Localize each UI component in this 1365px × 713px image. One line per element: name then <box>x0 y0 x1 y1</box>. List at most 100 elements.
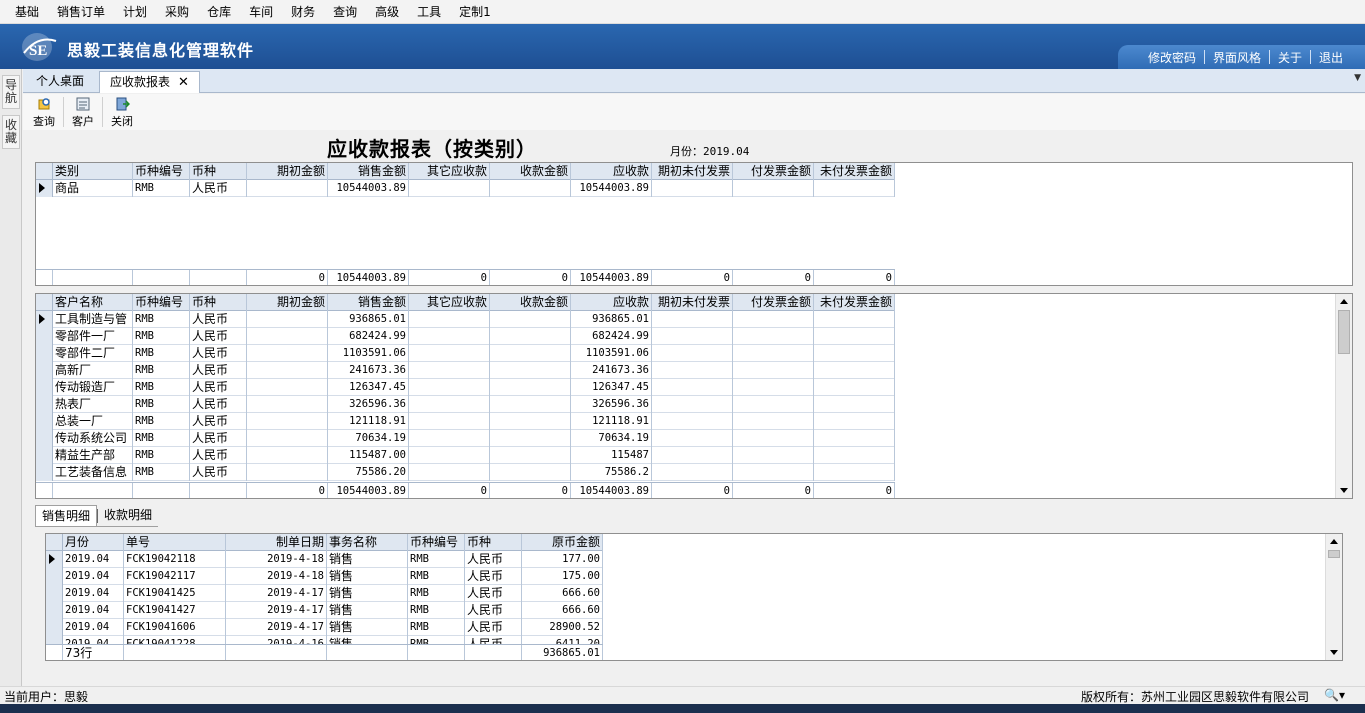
scroll-up-icon[interactable] <box>1337 295 1351 309</box>
grid-cell[interactable] <box>652 413 732 430</box>
tab-receivables-report[interactable]: 应收款报表 ✕ <box>99 71 200 93</box>
grid-cell[interactable]: 682424.99 <box>571 328 651 345</box>
column-header[interactable]: 期初未付发票 <box>652 163 732 180</box>
grid-cell[interactable] <box>409 396 489 413</box>
grid-cell[interactable] <box>814 345 894 362</box>
column-header[interactable]: 应收款 <box>571 163 651 180</box>
grid-cell[interactable] <box>733 464 813 481</box>
column-header[interactable]: 未付发票金额 <box>814 294 894 311</box>
grid-cell[interactable]: RMB <box>408 619 464 636</box>
row-indicator[interactable] <box>36 396 52 413</box>
menu-item[interactable]: 销售订单 <box>48 1 114 23</box>
grid-cell[interactable]: 工艺装备信息 <box>53 464 132 481</box>
row-indicator[interactable] <box>36 447 52 464</box>
grid-cell[interactable]: 175.00 <box>522 568 602 585</box>
grid-cell[interactable]: 人民币 <box>465 585 521 602</box>
grid-cell[interactable] <box>247 396 327 413</box>
grid-cell[interactable] <box>652 180 732 197</box>
grid-cell[interactable]: 326596.36 <box>328 396 408 413</box>
column-header[interactable]: 币种编号 <box>133 163 189 180</box>
grid-cell[interactable] <box>733 430 813 447</box>
grid-cell[interactable] <box>247 345 327 362</box>
column-header[interactable]: 其它应收款 <box>409 163 489 180</box>
grid-cell[interactable]: 2019.04 <box>63 619 123 636</box>
grid-cell[interactable]: 人民币 <box>190 447 246 464</box>
grid-cell[interactable] <box>490 396 570 413</box>
grid-cell[interactable]: RMB <box>408 602 464 619</box>
column-header[interactable]: 其它应收款 <box>409 294 489 311</box>
grid-cell[interactable]: RMB <box>133 311 189 328</box>
grid-cell[interactable] <box>409 413 489 430</box>
grid-cell[interactable] <box>733 379 813 396</box>
grid-cell[interactable]: 热表厂 <box>53 396 132 413</box>
grid-cell[interactable] <box>814 328 894 345</box>
grid-cell[interactable]: 936865.01 <box>571 311 651 328</box>
grid-cell[interactable]: 2019.04 <box>63 568 123 585</box>
grid-cell[interactable] <box>490 345 570 362</box>
grid-cell[interactable]: 2019.04 <box>63 551 123 568</box>
grid-cell[interactable] <box>490 447 570 464</box>
grid-cell[interactable]: RMB <box>408 585 464 602</box>
tab-sales-detail[interactable]: 销售明细 <box>35 505 98 526</box>
column-header[interactable]: 币种编号 <box>408 534 464 551</box>
menu-item[interactable]: 高级 <box>366 1 408 23</box>
grid-cell[interactable]: FCK19042117 <box>124 568 225 585</box>
grid-cell[interactable] <box>652 328 732 345</box>
grid-cell[interactable]: RMB <box>133 328 189 345</box>
grid-cell[interactable] <box>490 413 570 430</box>
scroll-down-icon[interactable] <box>1337 483 1351 497</box>
grid-cell[interactable]: 商品 <box>53 180 132 197</box>
menu-item[interactable]: 基础 <box>6 1 48 23</box>
row-indicator[interactable] <box>36 413 52 430</box>
grid-cell[interactable] <box>652 311 732 328</box>
column-header[interactable]: 币种 <box>190 294 246 311</box>
menu-item[interactable]: 定制1 <box>450 1 500 23</box>
grid-cell[interactable]: 241673.36 <box>571 362 651 379</box>
grid-cell[interactable]: 2019-4-17 <box>226 619 326 636</box>
logout-link[interactable]: 退出 <box>1311 49 1351 66</box>
grid-cell[interactable]: 人民币 <box>190 464 246 481</box>
customer-grid[interactable]: 客户名称 工具制造与管 零部件一厂 零部件二厂 高新厂 传动锻造厂 热表厂 总装一厂 传动系统公… <box>35 293 1353 499</box>
row-indicator[interactable] <box>36 362 52 379</box>
row-indicator[interactable] <box>36 328 52 345</box>
scroll-up-icon[interactable] <box>1327 535 1341 549</box>
grid-cell[interactable]: 1103591.06 <box>571 345 651 362</box>
grid-cell[interactable]: 241673.36 <box>328 362 408 379</box>
grid-cell[interactable]: 总装一厂 <box>53 413 132 430</box>
about-link[interactable]: 关于 <box>1270 49 1310 66</box>
grid-cell[interactable] <box>652 396 732 413</box>
column-header[interactable]: 单号 <box>124 534 225 551</box>
column-header[interactable]: 币种 <box>465 534 521 551</box>
grid-cell[interactable]: 传动锻造厂 <box>53 379 132 396</box>
grid-cell[interactable]: 工具制造与管 <box>53 311 132 328</box>
menu-item[interactable]: 财务 <box>282 1 324 23</box>
column-header[interactable]: 币种编号 <box>133 294 189 311</box>
grid-cell[interactable]: 销售 <box>327 568 407 585</box>
change-password-link[interactable]: 修改密码 <box>1140 49 1204 66</box>
customer-button[interactable]: 客户 <box>72 96 94 129</box>
grid-cell[interactable] <box>733 311 813 328</box>
grid-cell[interactable] <box>409 379 489 396</box>
grid-cell[interactable] <box>247 180 327 197</box>
side-tab-favorites[interactable]: 收藏 <box>2 115 20 149</box>
grid-cell[interactable]: RMB <box>133 362 189 379</box>
grid-cell[interactable]: RMB <box>133 413 189 430</box>
grid-cell[interactable] <box>247 328 327 345</box>
grid-cell[interactable]: 2019.04 <box>63 602 123 619</box>
close-tab-icon[interactable]: ✕ <box>178 75 189 90</box>
column-header[interactable]: 付发票金额 <box>733 163 813 180</box>
grid-cell[interactable] <box>247 413 327 430</box>
grid-cell[interactable] <box>814 447 894 464</box>
grid-cell[interactable] <box>490 379 570 396</box>
grid-cell[interactable]: 销售 <box>327 551 407 568</box>
grid-cell[interactable] <box>409 464 489 481</box>
grid-cell[interactable]: 2019-4-18 <box>226 568 326 585</box>
grid-cell[interactable]: RMB <box>133 430 189 447</box>
scroll-thumb[interactable] <box>1338 310 1350 354</box>
grid-cell[interactable] <box>814 430 894 447</box>
grid-cell[interactable]: 2019-4-18 <box>226 551 326 568</box>
row-indicator[interactable] <box>36 345 52 362</box>
grid-cell[interactable]: 传动系统公司 <box>53 430 132 447</box>
grid-cell[interactable]: 人民币 <box>465 602 521 619</box>
grid-cell[interactable]: 10544003.89 <box>571 180 651 197</box>
